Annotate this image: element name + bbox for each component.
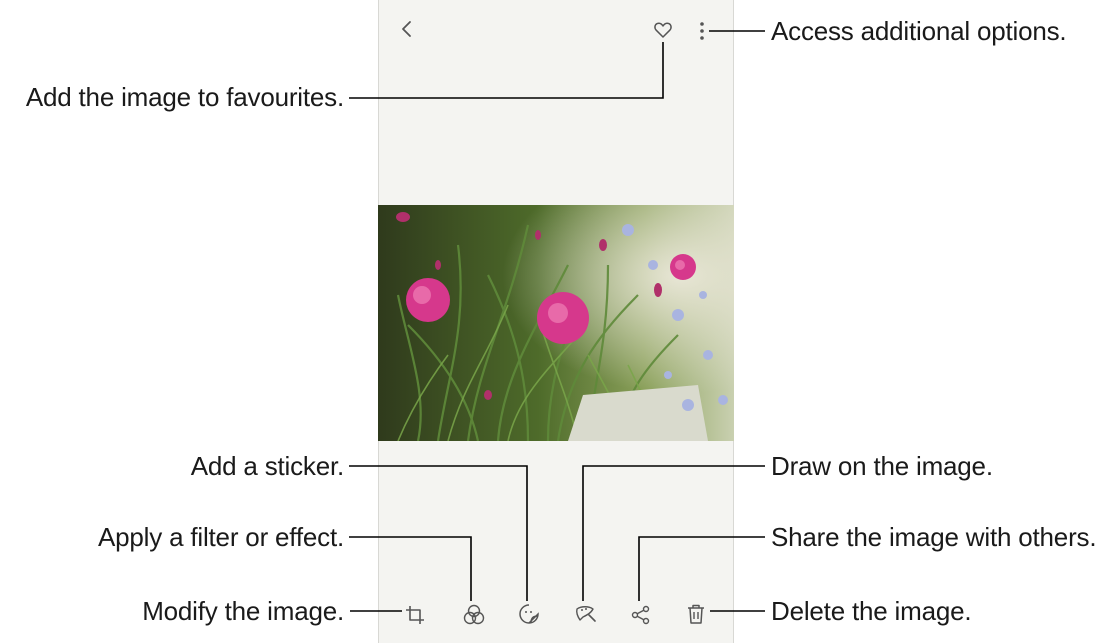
callout-share: Share the image with others.	[771, 522, 1097, 552]
callout-delete: Delete the image.	[771, 596, 972, 626]
callout-sticker: Add a sticker.	[190, 451, 344, 481]
callout-draw: Draw on the image.	[771, 451, 993, 481]
callout-filter: Apply a filter or effect.	[98, 522, 344, 552]
callout-modify: Modify the image.	[142, 596, 344, 626]
callout-more-options: Access additional options.	[771, 16, 1067, 46]
callout-favourites: Add the image to favourites.	[25, 82, 344, 112]
